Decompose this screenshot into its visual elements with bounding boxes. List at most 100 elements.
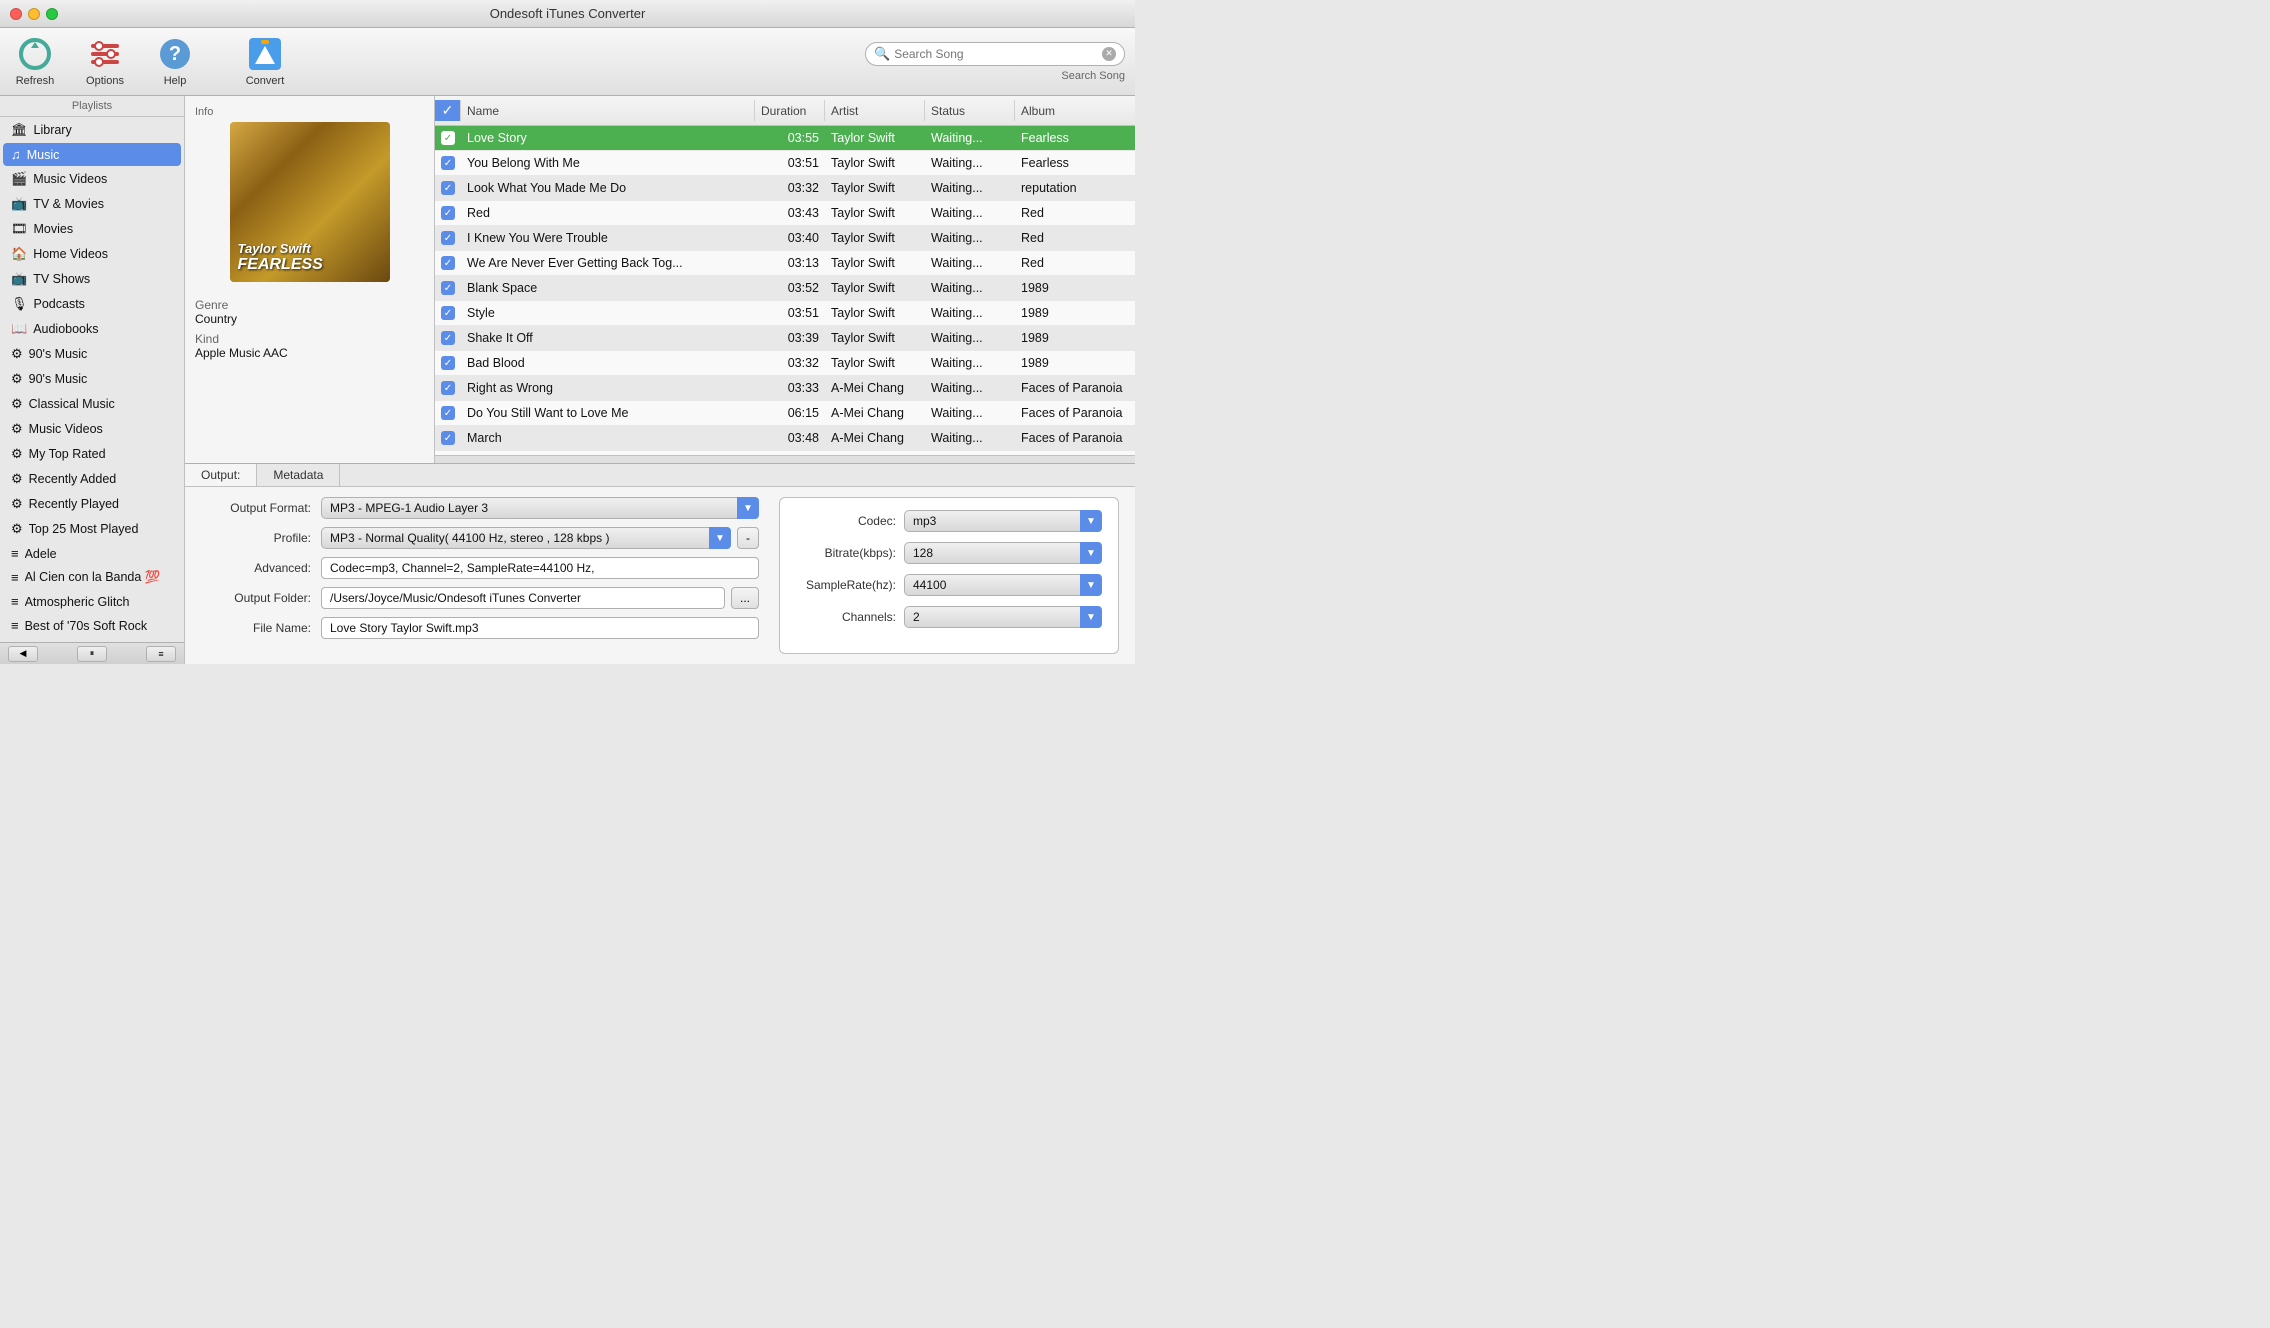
sidebar-item-10[interactable]: ⚙ 90's Music: [3, 367, 181, 391]
track-check-11[interactable]: ✓: [435, 401, 461, 425]
table-row[interactable]: ✓ Love Story 03:55 Taylor Swift Waiting.…: [435, 126, 1135, 151]
samplerate-select[interactable]: 44100: [904, 574, 1102, 596]
table-row[interactable]: ✓ Style 03:51 Taylor Swift Waiting... 19…: [435, 301, 1135, 326]
options-button[interactable]: Options: [80, 36, 130, 87]
track-check-8[interactable]: ✓: [435, 326, 461, 350]
track-check-3[interactable]: ✓: [435, 201, 461, 225]
kind-value: Apple Music AAC: [195, 346, 288, 360]
track-check-2[interactable]: ✓: [435, 176, 461, 200]
track-duration-7: 03:51: [755, 301, 825, 325]
sidebar-item-19[interactable]: ≡ Atmospheric Glitch: [3, 590, 181, 613]
file-name-input[interactable]: [321, 617, 759, 639]
check-all-header[interactable]: ✓: [435, 100, 461, 121]
profile-select[interactable]: MP3 - Normal Quality( 44100 Hz, stereo ,…: [321, 527, 731, 549]
sidebar-item-0[interactable]: 🏛 Library: [3, 118, 181, 142]
sidebar-item-13[interactable]: ⚙ My Top Rated: [3, 442, 181, 466]
track-check-6[interactable]: ✓: [435, 276, 461, 300]
minimize-button[interactable]: [28, 8, 40, 20]
track-check-9[interactable]: ✓: [435, 351, 461, 375]
codec-select[interactable]: mp3: [904, 510, 1102, 532]
sidebar-item-3[interactable]: 📺 TV & Movies: [3, 192, 181, 216]
profile-minus-button[interactable]: -: [737, 527, 759, 549]
channels-select[interactable]: 2: [904, 606, 1102, 628]
checkbox-3[interactable]: ✓: [441, 206, 455, 220]
table-row[interactable]: ✓ Right as Wrong 03:33 A-Mei Chang Waiti…: [435, 376, 1135, 401]
search-clear-button[interactable]: ✕: [1102, 47, 1116, 61]
convert-button[interactable]: Convert: [240, 36, 290, 87]
advanced-input[interactable]: [321, 557, 759, 579]
checkbox-0[interactable]: ✓: [441, 131, 455, 145]
output-format-select[interactable]: MP3 - MPEG-1 Audio Layer 3: [321, 497, 759, 519]
sidebar-item-1[interactable]: ♫ Music: [3, 143, 181, 166]
sidebar-bottom-menu[interactable]: ≡: [146, 646, 176, 662]
checkbox-7[interactable]: ✓: [441, 306, 455, 320]
checkbox-10[interactable]: ✓: [441, 381, 455, 395]
maximize-button[interactable]: [46, 8, 58, 20]
sidebar-item-2[interactable]: 🎬 Music Videos: [3, 167, 181, 191]
track-check-12[interactable]: ✓: [435, 426, 461, 450]
checkbox-1[interactable]: ✓: [441, 156, 455, 170]
table-row[interactable]: ✓ Red 03:43 Taylor Swift Waiting... Red: [435, 201, 1135, 226]
tab-output[interactable]: Output:: [185, 464, 257, 486]
sidebar-item-20[interactable]: ≡ Best of '70s Soft Rock: [3, 614, 181, 637]
sidebar-item-11[interactable]: ⚙ Classical Music: [3, 392, 181, 416]
checkbox-9[interactable]: ✓: [441, 356, 455, 370]
horizontal-scrollbar[interactable]: [435, 455, 1135, 463]
sidebar-item-label-10: 90's Music: [29, 372, 173, 386]
browse-button[interactable]: ...: [731, 587, 759, 609]
help-button[interactable]: ? Help: [150, 36, 200, 87]
search-input[interactable]: [894, 47, 1098, 61]
table-row[interactable]: ✓ Do You Still Want to Love Me 06:15 A-M…: [435, 401, 1135, 426]
samplerate-select-wrapper[interactable]: 44100 ▼: [904, 574, 1102, 596]
track-check-0[interactable]: ✓: [435, 126, 461, 150]
track-check-4[interactable]: ✓: [435, 226, 461, 250]
checkbox-6[interactable]: ✓: [441, 281, 455, 295]
track-name-8: Shake It Off: [461, 326, 755, 350]
table-row[interactable]: ✓ Look What You Made Me Do 03:32 Taylor …: [435, 176, 1135, 201]
track-check-7[interactable]: ✓: [435, 301, 461, 325]
sidebar-bottom-left[interactable]: ◀: [8, 646, 38, 662]
sidebar-item-8[interactable]: 📖 Audiobooks: [3, 317, 181, 341]
close-button[interactable]: [10, 8, 22, 20]
sidebar-item-16[interactable]: ⚙ Top 25 Most Played: [3, 517, 181, 541]
refresh-button[interactable]: Refresh: [10, 36, 60, 87]
sidebar-item-12[interactable]: ⚙ Music Videos: [3, 417, 181, 441]
sidebar-item-14[interactable]: ⚙ Recently Added: [3, 467, 181, 491]
channels-select-wrapper[interactable]: 2 ▼: [904, 606, 1102, 628]
tab-metadata[interactable]: Metadata: [257, 464, 340, 486]
sidebar-item-15[interactable]: ⚙ Recently Played: [3, 492, 181, 516]
checkbox-4[interactable]: ✓: [441, 231, 455, 245]
bitrate-select-wrapper[interactable]: 128 ▼: [904, 542, 1102, 564]
table-row[interactable]: ✓ Bad Blood 03:32 Taylor Swift Waiting..…: [435, 351, 1135, 376]
profile-wrapper[interactable]: MP3 - Normal Quality( 44100 Hz, stereo ,…: [321, 527, 731, 549]
sidebar-item-4[interactable]: 🎞 Movies: [3, 217, 181, 241]
sidebar-item-label-6: TV Shows: [33, 272, 173, 286]
track-check-10[interactable]: ✓: [435, 376, 461, 400]
output-format-wrapper[interactable]: MP3 - MPEG-1 Audio Layer 3 ▼: [321, 497, 759, 519]
sidebar-item-18[interactable]: ≡ Al Cien con la Banda 💯: [3, 566, 181, 589]
table-row[interactable]: ✓ March 03:48 A-Mei Chang Waiting... Fac…: [435, 426, 1135, 451]
codec-select-wrapper[interactable]: mp3 ▼: [904, 510, 1102, 532]
table-row[interactable]: ✓ Shake It Off 03:39 Taylor Swift Waitin…: [435, 326, 1135, 351]
sidebar-bottom-right[interactable]: ⏸: [77, 646, 107, 662]
table-row[interactable]: ✓ You Belong With Me 03:51 Taylor Swift …: [435, 151, 1135, 176]
profile-row: Profile: MP3 - Normal Quality( 44100 Hz,…: [201, 527, 759, 549]
checkbox-12[interactable]: ✓: [441, 431, 455, 445]
sidebar-item-17[interactable]: ≡ Adele: [3, 542, 181, 565]
track-check-1[interactable]: ✓: [435, 151, 461, 175]
table-row[interactable]: ✓ We Are Never Ever Getting Back Tog... …: [435, 251, 1135, 276]
search-box[interactable]: 🔍 ✕: [865, 42, 1125, 66]
sidebar-item-5[interactable]: 🏠 Home Videos: [3, 242, 181, 266]
checkbox-5[interactable]: ✓: [441, 256, 455, 270]
checkbox-2[interactable]: ✓: [441, 181, 455, 195]
table-row[interactable]: ✓ I Knew You Were Trouble 03:40 Taylor S…: [435, 226, 1135, 251]
table-row[interactable]: ✓ Blank Space 03:52 Taylor Swift Waiting…: [435, 276, 1135, 301]
sidebar-item-6[interactable]: 📺 TV Shows: [3, 267, 181, 291]
checkbox-8[interactable]: ✓: [441, 331, 455, 345]
track-check-5[interactable]: ✓: [435, 251, 461, 275]
bitrate-select[interactable]: 128: [904, 542, 1102, 564]
sidebar-item-7[interactable]: 🎙 Podcasts: [3, 292, 181, 316]
sidebar-item-9[interactable]: ⚙ 90's Music: [3, 342, 181, 366]
output-folder-input[interactable]: [321, 587, 725, 609]
checkbox-11[interactable]: ✓: [441, 406, 455, 420]
